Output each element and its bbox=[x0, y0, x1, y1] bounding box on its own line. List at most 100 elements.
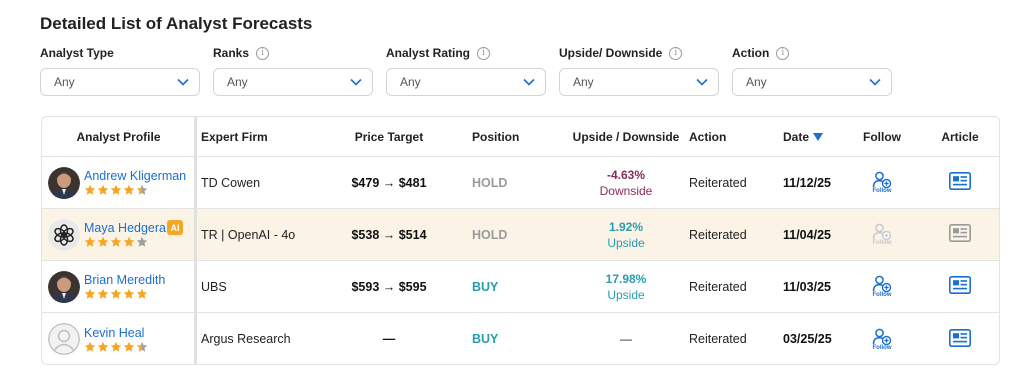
price-target-cell: — bbox=[339, 313, 439, 364]
rating-date: 11/04/25 bbox=[783, 227, 831, 242]
star-rating bbox=[84, 288, 165, 300]
star-empty-icon bbox=[136, 236, 148, 247]
firm-cell: TD Cowen bbox=[201, 157, 341, 208]
rating-action: Reiterated bbox=[689, 279, 747, 294]
star-full-icon bbox=[97, 341, 109, 352]
follow-cell: Follow bbox=[852, 261, 912, 312]
price-target: $538 → $514 bbox=[351, 227, 427, 242]
forecast-table: Analyst Profile Expert Firm Price Target… bbox=[41, 116, 1000, 365]
star-half-icon bbox=[136, 184, 148, 195]
col-header-firm: Expert Firm bbox=[201, 129, 268, 144]
article-button[interactable] bbox=[949, 328, 971, 350]
col-header-analyst: Analyst Profile bbox=[76, 129, 161, 144]
avatar[interactable] bbox=[48, 166, 80, 199]
article-cell bbox=[932, 261, 988, 312]
analyst-name-link[interactable]: Kevin Heal bbox=[84, 326, 148, 340]
filter-action: Action i Any bbox=[732, 45, 892, 96]
follow-button[interactable]: Follow bbox=[872, 171, 892, 194]
filter-label-text: Analyst Type bbox=[40, 46, 114, 60]
upside-downside-cell: -4.63% Downside bbox=[572, 157, 680, 208]
action-cell: Reiterated bbox=[689, 209, 769, 260]
article-button[interactable] bbox=[949, 224, 971, 245]
star-full-icon bbox=[123, 341, 135, 352]
col-header-price-target: Price Target bbox=[354, 129, 424, 144]
star-full-icon bbox=[123, 288, 135, 299]
date-cell: 11/03/25 bbox=[783, 261, 853, 312]
rating-date: 11/12/25 bbox=[783, 175, 831, 190]
action-cell: Reiterated bbox=[689, 157, 769, 208]
info-icon[interactable]: i bbox=[477, 46, 491, 60]
filter-label-text: Analyst Rating bbox=[386, 46, 471, 60]
col-header-action: Action bbox=[689, 129, 727, 144]
col-header-follow: Follow bbox=[863, 129, 901, 144]
analyst-info: Kevin Heal bbox=[84, 326, 148, 353]
filter-label: Action i bbox=[732, 45, 892, 61]
filter-select-value: Any bbox=[573, 75, 594, 89]
follow-cell: Follow bbox=[852, 313, 912, 364]
star-full-icon bbox=[136, 288, 148, 299]
price-target: $593 → $595 bbox=[351, 279, 427, 294]
column-divider bbox=[194, 117, 197, 156]
position-cell: BUY bbox=[472, 261, 532, 312]
upside-downside-direction: Upside bbox=[607, 287, 645, 302]
filter-select-value: Any bbox=[400, 75, 421, 89]
info-icon[interactable]: i bbox=[776, 46, 790, 60]
star-rating bbox=[84, 341, 148, 353]
filter-bar: Analyst Type Any Ranks i Any Analyst Rating i A… bbox=[40, 45, 892, 96]
expert-firm: Argus Research bbox=[201, 332, 291, 346]
info-icon[interactable]: i bbox=[256, 46, 270, 60]
upside-downside-cell: 1.92% Upside bbox=[572, 209, 680, 260]
position-label: HOLD bbox=[472, 227, 508, 242]
follow-button[interactable]: Follow bbox=[872, 328, 892, 351]
avatar[interactable] bbox=[48, 218, 80, 251]
person-photo-icon bbox=[48, 270, 80, 303]
action-cell: Reiterated bbox=[689, 261, 769, 312]
article-button[interactable] bbox=[949, 276, 971, 297]
price-target-cell: $593 → $595 bbox=[339, 261, 439, 312]
rating-date: 03/25/25 bbox=[783, 332, 832, 346]
follow-button[interactable]: Follow bbox=[872, 223, 892, 246]
analyst-name-link[interactable]: Andrew Kligerman bbox=[84, 169, 186, 183]
analyst-name-link[interactable]: Maya Hedgera bbox=[84, 221, 166, 235]
upside-downside-cell: — bbox=[572, 313, 680, 364]
sort-desc-icon[interactable] bbox=[813, 132, 824, 141]
analyst-info: Brian Meredith bbox=[84, 273, 165, 300]
table-row: Andrew Kligerman TD Cowen $479 → $481 HOLD -… bbox=[42, 157, 999, 209]
avatar[interactable] bbox=[48, 270, 80, 303]
filter-ranks: Ranks i Any bbox=[213, 45, 373, 96]
analyst-name-link[interactable]: Brian Meredith bbox=[84, 273, 165, 287]
chevron-down-icon bbox=[177, 78, 189, 86]
table-row: Brian Meredith UBS $593 → $595 BUY 17.98% Ups… bbox=[42, 261, 999, 313]
star-full-icon bbox=[84, 341, 96, 352]
article-cell bbox=[932, 157, 988, 208]
rating-date: 11/03/25 bbox=[783, 279, 831, 294]
filter-label-text: Ranks bbox=[213, 46, 250, 60]
openai-logo-icon bbox=[48, 218, 80, 251]
filter-select[interactable]: Any bbox=[559, 68, 719, 96]
filter-select[interactable]: Any bbox=[213, 68, 373, 96]
filter-label: Analyst Rating i bbox=[386, 45, 546, 61]
avatar[interactable] bbox=[48, 323, 80, 355]
col-header-date[interactable]: Date bbox=[783, 117, 853, 156]
position-label: BUY bbox=[472, 279, 499, 294]
rating-action: Reiterated bbox=[689, 175, 747, 190]
filter-select[interactable]: Any bbox=[386, 68, 546, 96]
filter-select[interactable]: Any bbox=[732, 68, 892, 96]
upside-downside-cell: 17.98% Upside bbox=[572, 261, 680, 312]
star-full-icon bbox=[97, 236, 109, 247]
article-icon bbox=[949, 172, 971, 190]
article-button[interactable] bbox=[949, 172, 971, 193]
analyst-cell: Brian Meredith bbox=[42, 261, 195, 312]
filter-analyst-rating: Analyst Rating i Any bbox=[386, 45, 546, 96]
info-icon[interactable]: i bbox=[669, 46, 683, 60]
filter-select[interactable]: Any bbox=[40, 68, 200, 96]
follow-button[interactable]: Follow bbox=[872, 275, 892, 298]
follow-user-icon bbox=[872, 223, 892, 241]
chevron-down-icon bbox=[869, 78, 881, 86]
column-divider bbox=[194, 157, 197, 208]
follow-button-label: Follow bbox=[872, 292, 892, 298]
article-icon bbox=[949, 328, 971, 347]
star-full-icon bbox=[110, 236, 122, 247]
chevron-down-icon bbox=[350, 78, 362, 86]
star-full-icon bbox=[84, 236, 96, 247]
